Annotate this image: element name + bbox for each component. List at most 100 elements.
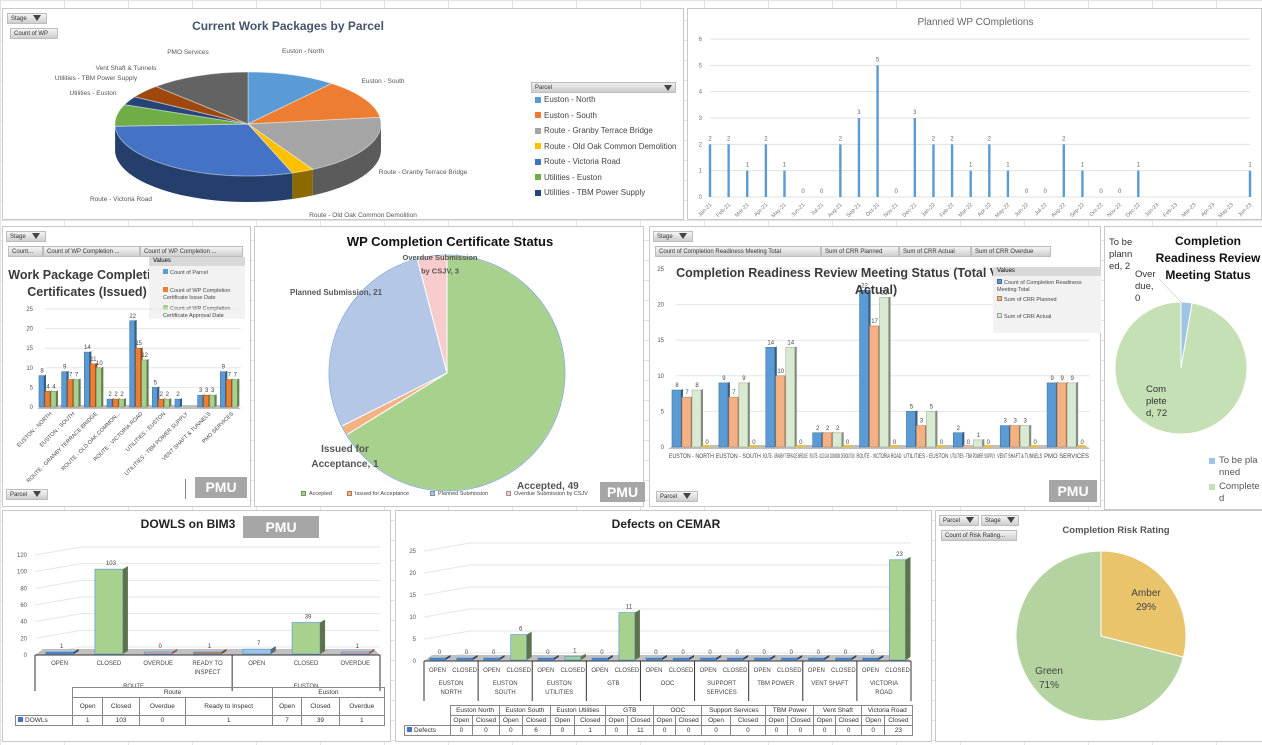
legend-item: Planned Submission (430, 491, 488, 497)
data-label: 8 (675, 383, 679, 389)
group-label: SUPPORT (707, 681, 736, 687)
data-label: 6 (519, 627, 523, 633)
gridline (424, 587, 470, 595)
legend-swatch (997, 313, 1002, 318)
pmu-badge: PMU (600, 482, 645, 502)
count-field-button-3[interactable]: Count of WP Completion ... (140, 246, 243, 257)
bar (619, 613, 635, 660)
stage-filter-button[interactable]: Stage (653, 231, 693, 242)
bar (781, 658, 797, 660)
bar (1000, 426, 1009, 447)
table-header-cell: Open (654, 716, 675, 726)
bar (1081, 171, 1083, 197)
bar (96, 368, 101, 407)
count-of-wp-button[interactable]: Count of WP (10, 28, 58, 39)
y-tick-label: 15 (409, 593, 416, 599)
y-tick-label: 5 (661, 409, 665, 415)
pmu-badge: PMU (195, 477, 247, 498)
defects-data-table: Euston NorthEuston SouthEuston Utilities… (404, 705, 913, 736)
bar (136, 348, 141, 407)
wpcc-issued-panel: Stage Count... Count of WP Completion ..… (2, 226, 251, 507)
crr-status-panel: Stage Count of Completion Readiness Meet… (649, 226, 1101, 507)
table-cell: 0 (814, 726, 835, 736)
y-tick-label: 10 (657, 374, 664, 380)
table-header-cell: Closed (627, 716, 654, 726)
bar (951, 144, 953, 197)
legend-item: Route - Victoria Road (535, 157, 620, 166)
stage-filter-button[interactable]: Stage (7, 13, 47, 24)
bar-side (123, 566, 128, 654)
y-tick-label: 25 (409, 549, 416, 555)
x-tick-label: Mar-22 (958, 202, 975, 219)
x-tick-label: Jan-23 (1144, 202, 1160, 218)
bar (1249, 171, 1251, 197)
legend-item: Count of Completion Readiness Meeting To… (997, 279, 1097, 294)
legend-item: Euston - North (535, 95, 596, 104)
data-label: 17 (871, 319, 878, 325)
legend-swatch (535, 190, 541, 196)
x-tick-label: OPEN (537, 668, 554, 674)
data-label: 1 (1248, 163, 1252, 169)
legend-swatch (535, 174, 541, 180)
legend-label: Count of Parcel (170, 270, 208, 276)
parcel-filter-button[interactable]: Parcel (656, 491, 698, 502)
table-header-cell: Open (272, 698, 302, 716)
pie-data-label: 0 (1135, 293, 1140, 304)
bar (858, 118, 860, 197)
legend-swatch (506, 491, 511, 496)
legend-swatch (407, 727, 412, 732)
count-field-button-2[interactable]: Count of WP Completion ... (43, 246, 140, 257)
x-tick-label: CLOSED (777, 668, 802, 674)
bar (870, 326, 879, 447)
data-label: 2 (708, 136, 712, 142)
bar (1063, 144, 1065, 197)
bar (709, 144, 711, 197)
pie-data-label: due, (1135, 281, 1154, 292)
table-header-cell: Open (550, 716, 575, 726)
table-cell: 0 (451, 726, 473, 736)
x-tick-label: CLOSED (885, 668, 910, 674)
bar-side (56, 390, 58, 407)
data-label: 7 (75, 373, 79, 379)
defects-panel: Defects on CEMAR 05101520250006010110000… (395, 510, 932, 742)
pie-data-label: ed, 2 (1109, 261, 1130, 272)
bar (62, 372, 67, 407)
parcel-filter-button[interactable]: Parcel (6, 489, 48, 500)
legend-swatch (301, 491, 306, 496)
table-header-cell: Overdue (140, 698, 185, 716)
risk-panel: Parcel Stage Count of Risk Rating... Com… (935, 510, 1262, 742)
crr-overdue-field-button[interactable]: Sum of CRR Overdue (971, 246, 1051, 257)
x-tick-label: OPEN (645, 668, 662, 674)
wp-by-parcel-panel: Stage Count of WP Current Work Packages … (2, 8, 684, 220)
table-header-cell: Closed (730, 716, 766, 726)
crr-total-field-button[interactable]: Count of Completion Readiness Meeting To… (655, 246, 821, 257)
pie-data-label: Euston - South (362, 78, 405, 85)
bar-side (935, 410, 937, 447)
count-field-button-1[interactable]: Count... (8, 246, 43, 257)
table-cell: 39 (302, 716, 339, 726)
crr-actual-field-button[interactable]: Sum of CRR Actual (899, 246, 971, 257)
bar (988, 144, 990, 197)
table-cell: 11 (627, 726, 654, 736)
data-label: 1 (746, 163, 750, 169)
group-label: GTB (607, 681, 619, 687)
x-tick-label: Nov-22 (1106, 202, 1123, 219)
crr-planned-field-button[interactable]: Sum of CRR Planned (821, 246, 899, 257)
group-label: TBM POWER (757, 681, 795, 687)
bar (1010, 426, 1019, 447)
x-tick-label: UTILITIES - TBM POWER SUPPLY (950, 454, 995, 460)
data-label: 2 (932, 136, 936, 142)
x-tick-label: OVERDUE (143, 661, 173, 667)
parcel-legend-header[interactable]: Parcel (531, 82, 676, 93)
data-label: 0 (820, 189, 824, 195)
bar-side (527, 632, 532, 660)
x-tick-label: OPEN (808, 668, 825, 674)
table-header-cell: Ready to Inspect (185, 698, 272, 716)
bar (862, 658, 878, 660)
data-label: 3 (913, 110, 917, 116)
bar (152, 387, 157, 407)
parcel-filter-label: Parcel (10, 492, 27, 498)
bar (906, 411, 915, 447)
stage-filter-button[interactable]: Stage (6, 231, 46, 242)
data-label: 7 (69, 373, 73, 379)
